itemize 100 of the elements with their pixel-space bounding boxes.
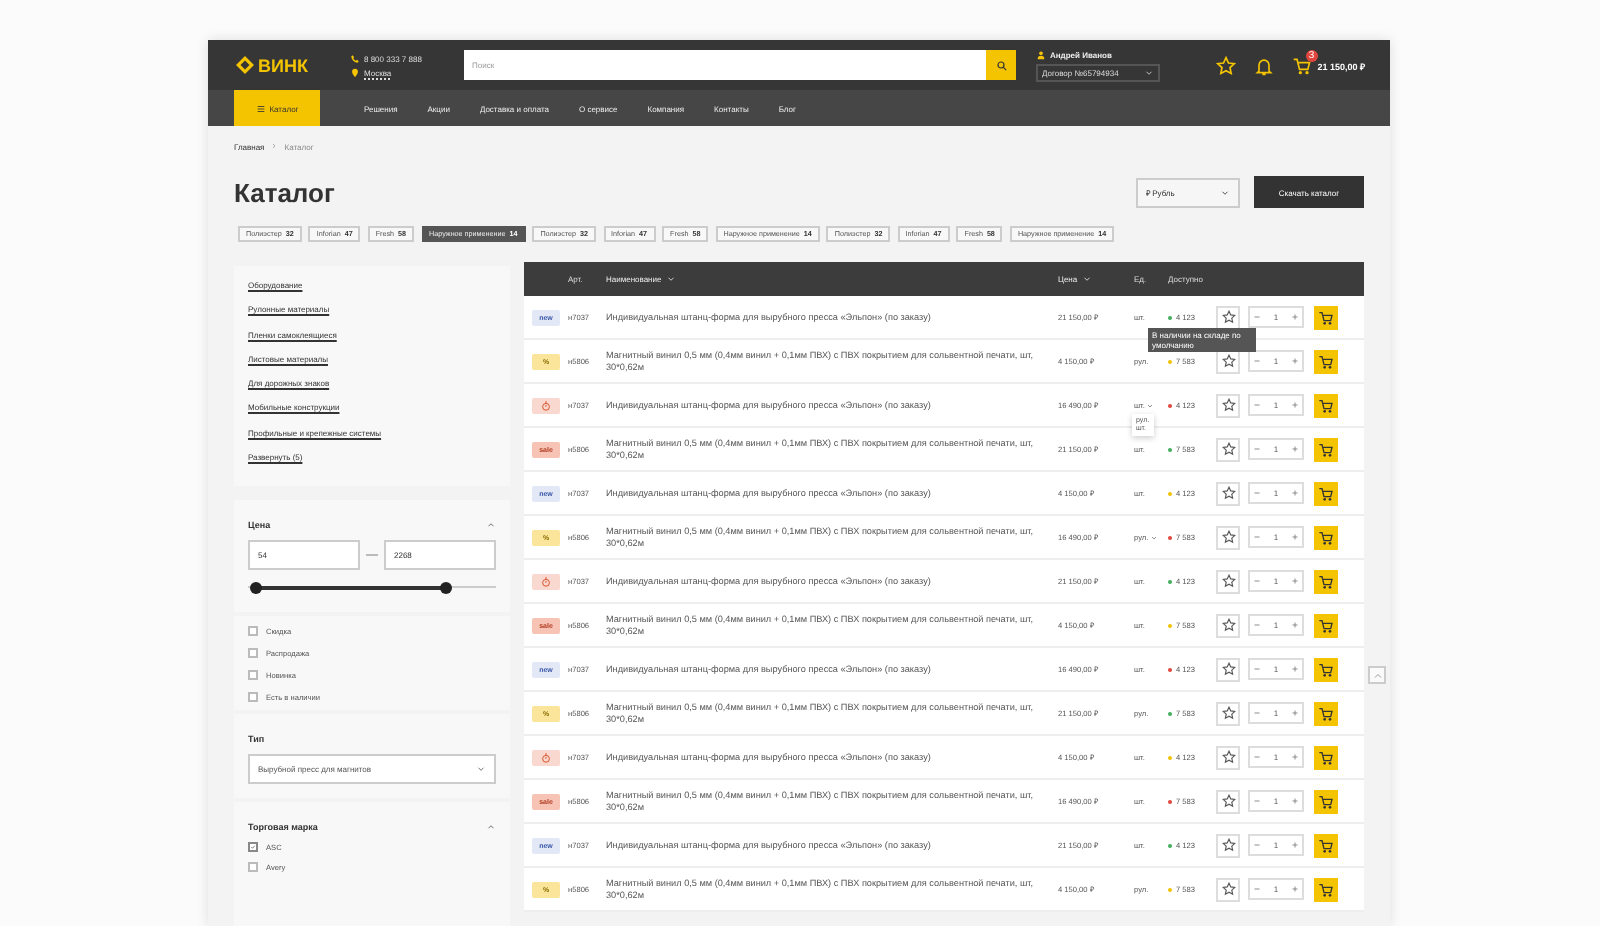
cart-icon — [1318, 793, 1334, 809]
caret-icon — [1144, 67, 1154, 77]
add-to-cart-button[interactable] — [1314, 349, 1338, 373]
sort-caret-icon[interactable] — [1081, 274, 1092, 284]
slider-thumb[interactable] — [249, 581, 262, 593]
favorite-button[interactable] — [1216, 789, 1240, 813]
star-icon — [1221, 882, 1235, 896]
plus-icon[interactable] — [1289, 620, 1300, 630]
plus-icon[interactable] — [1289, 400, 1300, 410]
plus-icon[interactable] — [1289, 488, 1300, 498]
user-icon — [1036, 49, 1046, 59]
plus-icon[interactable] — [1289, 312, 1300, 322]
collapse-caret-icon[interactable] — [486, 519, 496, 529]
plus-icon[interactable] — [1289, 840, 1300, 850]
star-icon — [1221, 838, 1235, 852]
star-icon — [1221, 442, 1235, 456]
favorite-button[interactable] — [1216, 525, 1240, 549]
plus-icon[interactable] — [1289, 752, 1300, 762]
menu-icon — [255, 103, 266, 113]
add-to-cart-button[interactable] — [1314, 657, 1338, 681]
stopwatch-icon — [540, 751, 552, 763]
checkbox[interactable] — [248, 648, 258, 658]
cart-icon — [1318, 749, 1334, 765]
chevron-up-icon — [1371, 669, 1383, 681]
favorite-button[interactable] — [1216, 701, 1240, 725]
cart-icon — [1318, 441, 1334, 457]
checkbox[interactable] — [248, 626, 258, 636]
plus-icon[interactable] — [1289, 708, 1300, 718]
cart-icon — [1318, 397, 1334, 413]
cart-icon — [1318, 661, 1334, 677]
page-title: Каталог — [234, 177, 337, 207]
favorite-button[interactable] — [1216, 745, 1240, 769]
logo-text[interactable]: ВИНК — [258, 55, 308, 75]
star-icon — [1221, 486, 1235, 500]
checkbox[interactable] — [248, 670, 258, 680]
cart-icon — [1318, 529, 1334, 545]
cart-icon — [1318, 309, 1334, 325]
cart-icon — [1318, 353, 1334, 369]
add-to-cart-button[interactable] — [1314, 481, 1338, 505]
add-to-cart-button[interactable] — [1314, 613, 1338, 637]
location-pin-icon — [350, 67, 360, 77]
add-to-cart-button[interactable] — [1314, 701, 1338, 725]
star-icon — [1221, 310, 1235, 324]
plus-icon[interactable] — [1289, 884, 1300, 894]
star-icon — [1221, 750, 1235, 764]
add-to-cart-button[interactable] — [1314, 877, 1338, 901]
cart-icon — [1318, 881, 1334, 897]
star-icon — [1221, 398, 1235, 412]
plus-icon[interactable] — [1289, 796, 1300, 806]
favorite-button[interactable] — [1216, 877, 1240, 901]
star-icon — [1221, 706, 1235, 720]
favorite-button[interactable] — [1216, 481, 1240, 505]
stopwatch-icon — [540, 399, 552, 411]
add-to-cart-button[interactable] — [1314, 305, 1338, 329]
favorite-button[interactable] — [1216, 569, 1240, 593]
checkbox[interactable] — [248, 692, 258, 702]
favorite-button[interactable] — [1216, 437, 1240, 461]
favorite-button[interactable] — [1216, 393, 1240, 417]
favorite-button[interactable] — [1216, 305, 1240, 329]
search-icon — [995, 59, 1007, 71]
plus-icon[interactable] — [1289, 444, 1300, 454]
stopwatch-icon — [540, 575, 552, 587]
checkbox[interactable] — [248, 842, 258, 852]
cart-icon — [1318, 617, 1334, 633]
star-icon — [1221, 354, 1235, 368]
collapse-caret-icon[interactable] — [486, 821, 496, 831]
star-icon[interactable] — [1215, 55, 1236, 75]
add-to-cart-button[interactable] — [1314, 525, 1338, 549]
cart-icon — [1318, 705, 1334, 721]
sort-caret-icon[interactable] — [665, 274, 676, 284]
logo-icon[interactable] — [236, 56, 254, 74]
caret-icon — [476, 764, 486, 774]
star-icon — [1221, 574, 1235, 588]
add-to-cart-button[interactable] — [1314, 833, 1338, 857]
cart-icon — [1318, 485, 1334, 501]
star-icon — [1221, 530, 1235, 544]
add-to-cart-button[interactable] — [1314, 789, 1338, 813]
plus-icon[interactable] — [1289, 576, 1300, 586]
plus-icon[interactable] — [1289, 356, 1300, 366]
add-to-cart-button[interactable] — [1314, 437, 1338, 461]
search-button[interactable] — [986, 50, 1016, 80]
add-to-cart-button[interactable] — [1314, 569, 1338, 593]
star-icon — [1221, 794, 1235, 808]
phone-icon — [350, 53, 360, 63]
star-icon — [1221, 662, 1235, 676]
checkbox[interactable] — [248, 862, 258, 872]
plus-icon[interactable] — [1289, 532, 1300, 542]
star-icon — [1221, 618, 1235, 632]
plus-icon[interactable] — [1289, 664, 1300, 674]
bell-icon[interactable] — [1253, 55, 1274, 75]
cart-icon — [1318, 837, 1334, 853]
slider-thumb[interactable] — [440, 581, 453, 593]
add-to-cart-button[interactable] — [1314, 745, 1338, 769]
cart-icon — [1318, 573, 1334, 589]
favorite-button[interactable] — [1216, 613, 1240, 637]
caret-icon — [1220, 187, 1230, 197]
favorite-button[interactable] — [1216, 833, 1240, 857]
favorite-button[interactable] — [1216, 657, 1240, 681]
add-to-cart-button[interactable] — [1314, 393, 1338, 417]
cart-icon[interactable] — [1291, 55, 1312, 75]
